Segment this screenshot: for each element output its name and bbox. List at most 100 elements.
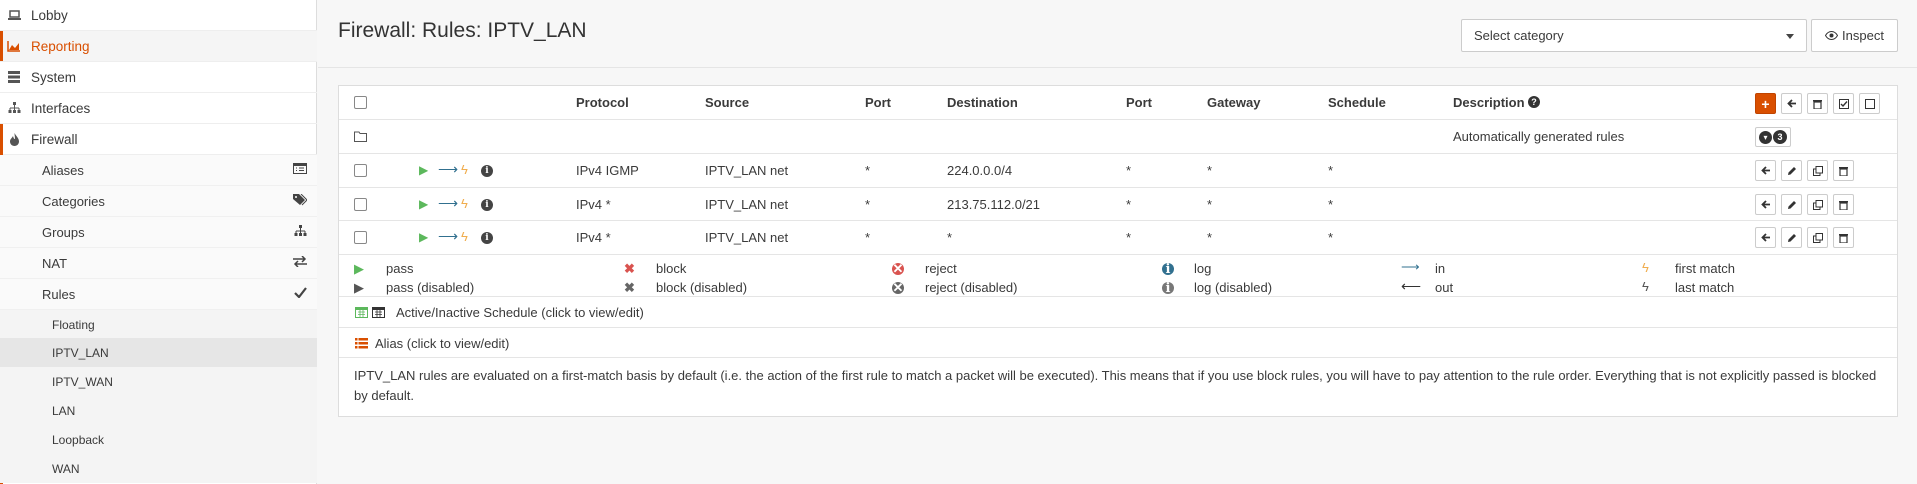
rule-port2: * [1126,163,1132,178]
sidebar-item-firewall[interactable]: Firewall [0,124,317,155]
add-rule-button[interactable]: + [1755,93,1776,114]
legend-log: log [1194,261,1212,276]
legend-reject: reject [925,261,957,276]
select-all-checkbox[interactable] [354,96,367,109]
sidebar-item-groups[interactable]: Groups [0,217,317,248]
direction-in-icon: ⟶ [1401,259,1420,274]
legend-last-match: last match [1675,280,1735,295]
arrow-left-icon [1786,99,1796,108]
row-checkbox[interactable] [354,198,367,211]
sidebar-item-iptv-lan[interactable]: IPTV_LAN [0,338,317,367]
edit-rule-button[interactable] [1781,227,1802,248]
delete-rule-button[interactable] [1833,194,1854,215]
schedule-legend-row: Active/Inactive Schedule (click to view/… [339,297,1897,328]
sidebar-item-categories[interactable]: Categories [0,186,317,217]
rule-port: * [865,197,871,212]
rule-port: * [865,230,871,245]
rule-schedule: * [1328,230,1334,245]
col-port2: Port [1126,95,1152,110]
move-before-button[interactable] [1755,194,1776,215]
direction-in-icon: ⟶ [438,228,459,244]
rule-destination: 224.0.0.0/4 [947,163,1013,178]
tags-icon [293,193,308,209]
sidebar-item-label: Loopback [52,432,105,447]
pass-icon[interactable]: ▶ [419,197,428,211]
block-icon: ✖ [624,261,635,276]
expand-auto-rules-button[interactable]: ▾ 3 [1755,127,1791,147]
auto-rules-row[interactable]: Automatically generated rules ▾ 3 [339,120,1897,154]
arrow-left-icon [1760,200,1770,209]
arrow-left-icon [1760,166,1770,175]
row-checkbox[interactable] [354,164,367,177]
sidebar-item-reporting[interactable]: Reporting [0,31,317,62]
rule-gateway: * [1207,163,1213,178]
row-checkbox[interactable] [354,231,367,244]
laptop-icon [7,8,21,22]
sidebar-item-label: NAT [42,255,68,271]
delete-rule-button[interactable] [1833,227,1854,248]
legend-first-match: first match [1675,261,1735,276]
sitemap-icon [7,101,21,115]
rule-gateway: * [1207,197,1213,212]
enable-selected-button[interactable] [1833,93,1854,114]
disable-selected-button[interactable] [1859,93,1880,114]
calendar-inactive-icon [372,306,385,321]
col-schedule: Schedule [1328,95,1386,110]
sidebar-item-aliases[interactable]: Aliases [0,155,317,186]
sidebar-item-floating[interactable]: Floating [0,310,317,339]
sidebar-item-iptv-wan[interactable]: IPTV_WAN [0,367,317,396]
sidebar-item-wan[interactable]: WAN [0,454,317,483]
col-source: Source [705,95,750,110]
sidebar-item-nat[interactable]: NAT [0,248,317,279]
pencil-icon [1787,166,1796,175]
exchange-icon [293,255,307,270]
sidebar-item-loopback[interactable]: Loopback [0,425,317,454]
direction-in-icon: ⟶ [438,161,459,177]
delete-rule-button[interactable] [1833,160,1854,181]
trash-icon [1839,233,1848,243]
pass-icon[interactable]: ▶ [419,163,428,177]
sidebar-item-system[interactable]: System [0,62,317,93]
legend-in: in [1435,261,1446,276]
caret-down-icon [1786,34,1794,39]
sidebar-item-interfaces[interactable]: Interfaces [0,93,317,124]
check-icon [294,287,307,301]
sidebar-item-lobby[interactable]: Lobby [0,0,317,31]
clone-icon [1812,165,1823,176]
category-select[interactable]: Select category [1461,19,1807,52]
legend-pass-disabled: pass (disabled) [386,280,475,295]
edit-rule-button[interactable] [1781,194,1802,215]
info-icon[interactable]: i [481,232,493,244]
sidebar-item-label: Aliases [42,162,84,178]
move-rule-button[interactable] [1781,93,1802,114]
eye-icon [1824,28,1839,43]
pass-icon[interactable]: ▶ [419,230,428,244]
auto-rules-description: Automatically generated rules [1453,129,1625,144]
sidebar-item-rules[interactable]: Rules [0,279,317,310]
edit-rule-button[interactable] [1781,160,1802,181]
clone-rule-button[interactable] [1807,227,1828,248]
sidebar-item-lan[interactable]: LAN [0,396,317,425]
page-title: Firewall: Rules: IPTV_LAN [338,19,587,42]
move-before-button[interactable] [1755,160,1776,181]
clone-rule-button[interactable] [1807,194,1828,215]
check-square-icon [1838,98,1849,109]
sidebar-item-label: System [31,69,77,85]
table-header: Protocol Source Port Destination Port Ga… [339,86,1897,120]
move-before-button[interactable] [1755,227,1776,248]
area-chart-icon [7,39,21,53]
clone-rule-button[interactable] [1807,160,1828,181]
delete-selected-button[interactable] [1807,93,1828,114]
pass-icon: ▶ [354,261,364,276]
info-icon[interactable]: i [481,199,493,211]
sidebar-item-label: Interfaces [31,100,91,116]
question-circle-icon[interactable]: ? [1528,96,1540,108]
last-match-icon: ϟ [1642,279,1649,294]
log-icon: i [1162,262,1174,277]
alias-legend-text: Alias (click to view/edit) [375,336,510,351]
folder-icon [354,130,367,145]
info-icon[interactable]: i [481,165,493,177]
inspect-button[interactable]: Inspect [1811,19,1898,52]
trash-icon [1839,166,1848,176]
col-protocol: Protocol [576,95,629,110]
